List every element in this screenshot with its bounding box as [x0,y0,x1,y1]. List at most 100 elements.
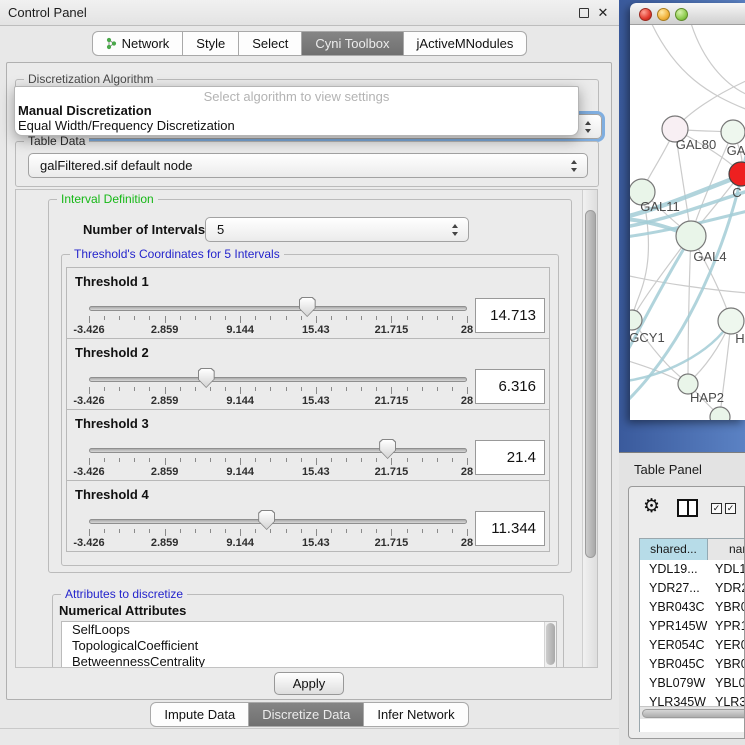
slider-track[interactable] [89,519,467,524]
slider-thumb[interactable] [379,439,396,459]
table-row[interactable]: YER054CYER0 [640,636,745,655]
apply-button[interactable]: Apply [274,672,344,695]
threshold-slider[interactable]: -3.4262.8599.14415.4321.71528 [89,339,467,411]
network-edge[interactable] [690,25,745,95]
table-row[interactable]: YPR145WYPR1 [640,617,745,636]
threshold-value-input[interactable]: 14.713 [475,298,545,333]
cell-shared-name[interactable]: YBR043C [640,598,708,617]
tab-infer-network[interactable]: Infer Network [364,702,468,727]
network-node-label: GAL80 [676,137,716,152]
column-header-shared-name[interactable]: shared... [640,539,708,560]
cell-name[interactable]: YBL0 [708,674,745,693]
table-data-group-label: Table Data [24,134,89,148]
table-data-select[interactable]: galFiltered.sif default node [28,153,588,178]
attribute-list-item[interactable]: TopologicalCoefficient [62,638,556,654]
thresholds-group: Threshold's Coordinates for 5 Intervals … [61,254,559,566]
threshold-value-input[interactable]: 11.344 [475,511,545,546]
table-row[interactable]: YBR045CYBR0 [640,655,745,674]
checkbox-icon[interactable]: ✓ [725,503,736,514]
column-header-name[interactable]: name [708,539,745,560]
network-node[interactable] [729,162,745,186]
attribute-list-item[interactable]: SelfLoops [62,622,556,638]
table-row[interactable]: YBR043CYBR0 [640,598,745,617]
cell-shared-name[interactable]: YDR27... [640,579,708,598]
slider-thumb[interactable] [198,368,215,388]
table-scrollbar-thumb[interactable] [642,709,745,718]
threshold-slider[interactable]: -3.4262.8599.14415.4321.71528 [89,268,467,340]
minimize-window-icon[interactable] [657,8,670,21]
tab-jactivemnodules[interactable]: jActiveMNodules [404,31,528,56]
tab-select[interactable]: Select [239,31,302,56]
threshold-value-input[interactable]: 6.316 [475,369,545,404]
cell-shared-name[interactable]: YBL079W [640,674,708,693]
tab-impute-data[interactable]: Impute Data [150,702,249,727]
threshold-value-input[interactable]: 21.4 [475,440,545,475]
table-header: shared... name [640,539,745,560]
cell-shared-name[interactable]: YDL19... [640,560,708,579]
tab-discretize-data-label: Discretize Data [262,703,350,726]
slider-thumb[interactable] [258,510,275,530]
tab-cyni-toolbox-label: Cyni Toolbox [315,32,389,55]
checkbox-icon[interactable]: ✓ [711,503,722,514]
cell-name[interactable]: YBR0 [708,598,745,617]
close-icon[interactable]: ✕ [595,4,611,22]
cell-name[interactable]: YER0 [708,636,745,655]
slider-tick-labels: -3.4262.8599.14415.4321.71528 [89,466,467,479]
slider-ticks [89,316,467,324]
attribute-list-item[interactable]: BetweennessCentrality [62,654,556,668]
thresholds-group-label: Threshold's Coordinates for 5 Intervals [70,247,284,261]
network-node[interactable] [721,120,745,144]
settings-scroll-area: Interval Definition Number of Intervals … [15,189,598,668]
gear-icon[interactable]: ⚙ [643,496,660,518]
zoom-window-icon[interactable] [675,8,688,21]
slider-thumb[interactable] [299,297,316,317]
network-canvas[interactable]: GAL80GACGAL11GAL4GCY1HHAP2 [630,25,745,420]
dropdown-option-equal-width-frequency[interactable]: Equal Width/Frequency Discretization [15,118,578,133]
attributes-list-scrollbar[interactable] [544,622,556,668]
slider-track[interactable] [89,377,467,382]
threshold-row: Threshold 4-3.4262.8599.14415.4321.71528… [66,480,550,552]
top-tab-bar: Network Style Select Cyni Toolbox jActiv… [0,31,619,56]
slider-track[interactable] [89,306,467,311]
tab-network[interactable]: Network [92,31,184,56]
cell-name[interactable]: YLR3 [708,693,745,706]
network-node-label: H [735,331,744,346]
network-window-titlebar[interactable] [630,3,745,25]
threshold-slider[interactable]: -3.4262.8599.14415.4321.71528 [89,481,467,553]
cell-name[interactable]: YPR1 [708,617,745,636]
table-horizontal-scrollbar[interactable] [640,706,745,719]
cell-shared-name[interactable]: YLR345W [640,693,708,706]
tab-cyni-toolbox[interactable]: Cyni Toolbox [302,31,403,56]
right-column: GAL80GACGAL11GAL4GCY1HHAP2 Table Panel ⚙… [619,0,745,745]
network-node[interactable] [676,221,706,251]
network-icon [106,37,117,50]
float-panel-icon[interactable] [579,8,589,18]
network-node-label: GCY1 [630,330,665,345]
attributes-scrollbar-thumb[interactable] [546,623,555,665]
dropdown-option-manual-discretization[interactable]: Manual Discretization [15,103,578,118]
cell-name[interactable]: YDR2 [708,579,745,598]
cell-shared-name[interactable]: YPR145W [640,617,708,636]
cell-shared-name[interactable]: YBR045C [640,655,708,674]
tab-discretize-data[interactable]: Discretize Data [249,702,364,727]
number-of-intervals-select[interactable]: 5 [205,217,469,242]
network-edge[interactable] [650,25,745,110]
cell-name[interactable]: YDL1 [708,560,745,579]
panel-title: Control Panel [8,0,87,26]
split-columns-icon[interactable] [677,499,698,517]
network-edge[interactable] [630,275,745,293]
threshold-slider[interactable]: -3.4262.8599.14415.4321.71528 [89,410,467,482]
number-of-intervals-value: 5 [217,218,224,242]
tab-infer-network-label: Infer Network [377,703,454,726]
tab-style[interactable]: Style [183,31,239,56]
settings-scrollbar-thumb[interactable] [585,210,596,558]
table-row[interactable]: YDL19...YDL1 [640,560,745,579]
settings-vertical-scrollbar[interactable] [582,190,597,667]
table-row[interactable]: YDR27...YDR2 [640,579,745,598]
cell-shared-name[interactable]: YER054C [640,636,708,655]
table-row[interactable]: YLR345WYLR3 [640,693,745,706]
slider-track[interactable] [89,448,467,453]
close-window-icon[interactable] [639,8,652,21]
table-row[interactable]: YBL079WYBL0 [640,674,745,693]
cell-name[interactable]: YBR0 [708,655,745,674]
